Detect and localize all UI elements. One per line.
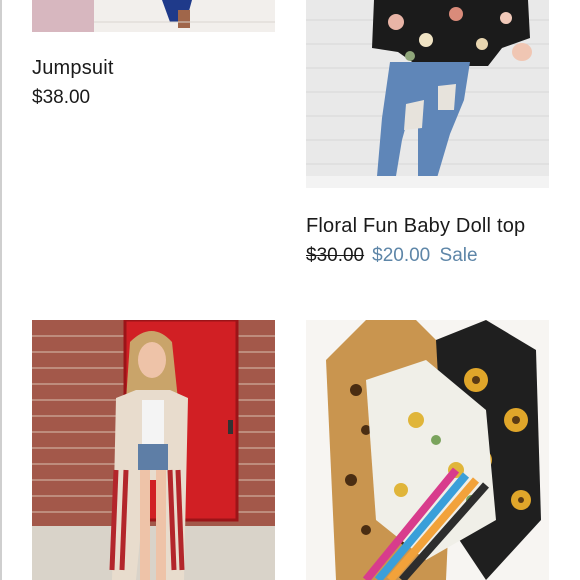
product-price-floral-top: $30.00 $20.00 Sale <box>306 245 478 267</box>
original-price: $30.00 <box>306 245 365 266</box>
left-border <box>0 0 2 580</box>
product-title-jumpsuit[interactable]: Jumpsuit <box>32 57 114 80</box>
product-image-flag-kimono[interactable] <box>32 320 275 580</box>
product-price-jumpsuit: $38.00 <box>32 87 90 109</box>
price: $38.00 <box>32 87 91 108</box>
sale-price: $20.00 <box>372 245 431 266</box>
product-image-jumpsuit[interactable] <box>32 0 275 32</box>
product-image-floral-top[interactable] <box>306 0 549 188</box>
product-image-printed-bodysuits[interactable] <box>306 320 549 580</box>
product-title-floral-top[interactable]: Floral Fun Baby Doll top <box>306 215 525 238</box>
sale-badge: Sale <box>439 245 478 266</box>
